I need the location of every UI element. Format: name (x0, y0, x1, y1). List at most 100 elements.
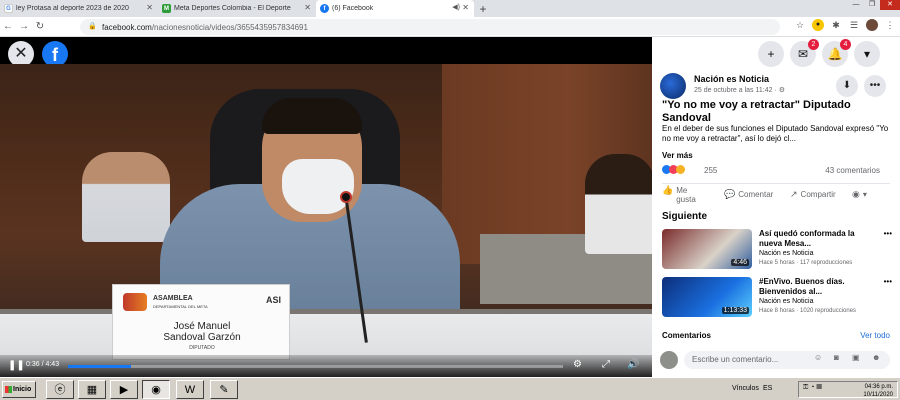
links-toolbar[interactable]: Vínculos (732, 385, 759, 392)
word-icon[interactable]: W (176, 380, 204, 399)
nameplate-org-sub: DEPARTAMENTAL DEL META (153, 304, 208, 309)
browser-tab-bar: G ley Protasa al deporte 2023 de 2020 ✕ … (0, 0, 900, 17)
video-player[interactable]: ✕ f ASAMBLEA DEPARTAMENTAL DEL META ASI J… (0, 37, 652, 377)
comments-label: Comentarios (662, 331, 711, 340)
close-tab-icon[interactable]: ✕ (462, 3, 469, 12)
create-icon[interactable]: + (758, 41, 784, 67)
paint-icon[interactable]: ✎ (210, 380, 238, 399)
tab-title: (6) Facebook (332, 5, 374, 12)
browser-toolbar: ← → ↻ 🔒 facebook.com/nacionesnoticia/vid… (0, 17, 900, 37)
language-indicator[interactable]: ES (763, 385, 772, 392)
notifications-icon[interactable]: 🔔 4 (822, 39, 851, 67)
chrome-icon[interactable]: ◉ (142, 380, 170, 399)
sticker-icon[interactable]: ☻ (872, 353, 880, 362)
nameplate-name: José Manuel Sandoval Garzón (113, 321, 291, 343)
volume-icon[interactable]: 🔊 (627, 359, 639, 370)
next-videos-title: Siguiente (662, 211, 708, 222)
tab-title: Meta Deportes Colombia - El Deporte (174, 5, 291, 12)
audience-selector[interactable]: ◉ ▾ (852, 189, 867, 200)
clock[interactable]: 04:36 p.m. 10/11/2020 (863, 383, 893, 399)
reading-list-icon[interactable]: ☰ (848, 19, 860, 31)
reload-icon[interactable]: ↻ (32, 21, 48, 32)
fullscreen-icon[interactable]: ⤢ (602, 359, 610, 370)
google-icon: G (4, 4, 13, 13)
new-tab-button[interactable]: + (474, 0, 492, 17)
close-tab-icon[interactable]: ✕ (304, 3, 311, 12)
puzzle-icon[interactable]: ✱ (830, 19, 842, 31)
nameplate-org-name: ASAMBLEA (153, 295, 193, 302)
background-person (82, 152, 170, 242)
related-video-meta: Hace 8 horas · 1020 reproducciones (759, 308, 857, 314)
post-body: En el deber de sus funciones el Diputado… (662, 124, 889, 143)
video-thumbnail[interactable]: 1:13:33 (662, 277, 752, 317)
nameplate-name-line2: Sandoval Garzón (163, 332, 241, 343)
emoji-icon[interactable]: ☺ (814, 353, 822, 362)
sidebar-top-bar: + ✉ 2 🔔 4 ▾ (652, 37, 900, 71)
more-options-icon[interactable]: ••• (864, 75, 886, 97)
close-tab-icon[interactable]: ✕ (146, 3, 153, 12)
minimize-icon[interactable]: — (848, 0, 864, 10)
media-player-icon[interactable]: ▶ (110, 380, 138, 399)
start-button[interactable]: Inicio (2, 381, 36, 398)
star-icon[interactable]: ☆ (794, 19, 806, 31)
forward-icon[interactable]: → (16, 21, 32, 32)
share-label: Compartir (800, 190, 836, 199)
audience-avatar-icon: ◉ (852, 189, 860, 199)
browser-tab[interactable]: M Meta Deportes Colombia - El Deporte ✕ (158, 0, 316, 17)
comment-button[interactable]: 💬 Comentar (724, 190, 774, 200)
like-label: Me gusta (676, 186, 696, 204)
messenger-icon[interactable]: ✉ 2 (790, 39, 819, 67)
messenger-badge: 2 (808, 39, 819, 50)
more-options-icon[interactable]: ••• (884, 229, 892, 238)
gif-icon[interactable]: ▣ (852, 353, 860, 362)
lock-icon[interactable]: 🔒 (88, 22, 97, 30)
video-frame: ASAMBLEA DEPARTAMENTAL DEL META ASI José … (0, 64, 652, 377)
post-date[interactable]: 25 de octubre a las 11:42 · ⚙ (694, 86, 785, 94)
related-video-author[interactable]: Nación es Noticia (759, 298, 813, 305)
progress-bar[interactable] (68, 365, 563, 368)
related-video-author[interactable]: Nación es Noticia (759, 250, 813, 257)
back-icon[interactable]: ← (0, 21, 16, 32)
related-video-title[interactable]: #EnVivo. Buenos días. Bienvenidos al... (759, 277, 879, 297)
see-all-comments-link[interactable]: Ver todo (860, 331, 890, 340)
related-video[interactable]: 4:46 Así quedó conformada la nueva Mesa.… (662, 229, 892, 269)
camera-icon[interactable]: ◙ (834, 353, 839, 362)
see-more-link[interactable]: Ver más (662, 151, 693, 160)
settings-icon[interactable]: ⚙ (573, 359, 582, 370)
microphone-head (340, 191, 352, 203)
address-bar[interactable]: 🔒 facebook.com/nacionesnoticia/videos/36… (80, 19, 780, 35)
browser-tab[interactable]: G ley Protasa al deporte 2023 de 2020 ✕ (0, 0, 158, 17)
profile-avatar[interactable] (866, 19, 878, 31)
account-menu-icon[interactable]: ▾ (854, 41, 880, 67)
menu-icon[interactable]: ⋮ (884, 19, 896, 31)
video-duration: 1:13:33 (721, 307, 749, 314)
tray-icons[interactable]: ⚿ ◔ ▤ (803, 384, 822, 392)
speaker-icon[interactable]: ◀) (452, 3, 460, 11)
extension-icon[interactable]: ● (812, 19, 824, 31)
restore-icon[interactable]: ❐ (864, 0, 880, 10)
ie-icon[interactable]: ⓔ (46, 380, 74, 399)
related-video-title[interactable]: Así quedó conformada la nueva Mesa... (759, 229, 879, 249)
start-label: Inicio (13, 386, 32, 393)
avatar[interactable] (660, 351, 678, 369)
browser-tab-active[interactable]: f (6) Facebook ◀) ✕ (316, 0, 474, 17)
save-video-icon[interactable]: ⬇ (836, 75, 858, 97)
window-close-icon[interactable]: ✕ (880, 0, 900, 10)
video-thumbnail[interactable]: 4:46 (662, 229, 752, 269)
pause-icon[interactable]: ❚❚ (8, 360, 25, 371)
progress-fill (68, 365, 131, 368)
explorer-icon[interactable]: ▦ (78, 380, 106, 399)
like-button[interactable]: 👍 Me gusta (662, 186, 706, 205)
share-button[interactable]: ↗ Compartir (790, 190, 836, 200)
comment-label: Comentar (738, 190, 774, 199)
comment-count[interactable]: 43 comentarios (825, 166, 880, 175)
related-video-meta: Hace 5 horas · 117 reproducciones (759, 260, 853, 266)
clock-time: 04:36 p.m. (864, 384, 893, 390)
related-video[interactable]: 1:13:33 #EnVivo. Buenos días. Bienvenido… (662, 277, 892, 317)
reaction-count[interactable]: 255 (704, 166, 717, 175)
page-name[interactable]: Nación es Noticia (694, 74, 769, 84)
page-avatar[interactable] (660, 73, 686, 99)
more-options-icon[interactable]: ••• (884, 277, 892, 286)
wow-reaction-icon[interactable] (676, 165, 685, 175)
asi-logo: ASI (265, 295, 281, 305)
